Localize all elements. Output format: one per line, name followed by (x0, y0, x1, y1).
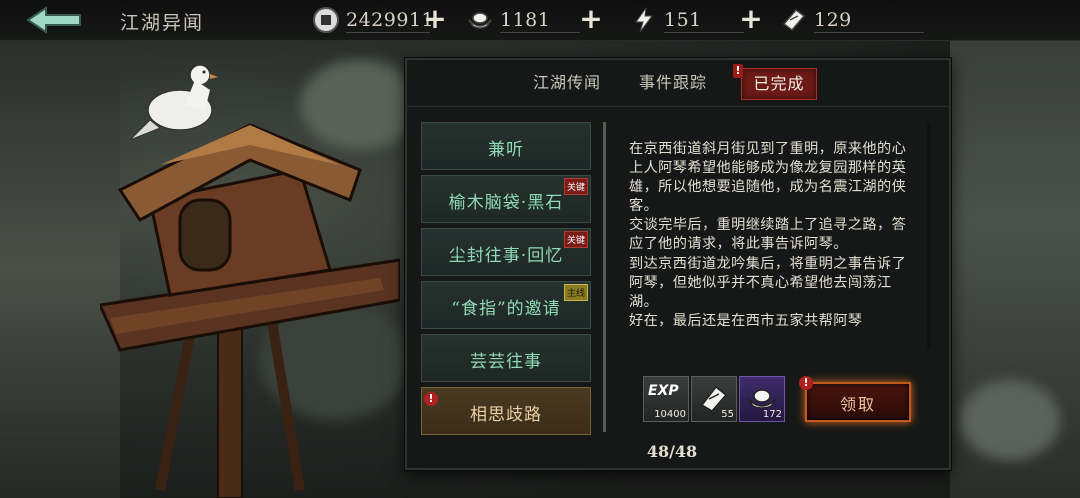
event-label: 兼听 (488, 140, 524, 160)
silver-value: 1181 (500, 9, 551, 31)
reward-ticket[interactable]: 55 (691, 376, 737, 422)
text-fade (629, 330, 919, 348)
page-title: 江湖异闻 (120, 12, 205, 34)
ticket-icon (782, 8, 806, 32)
top-bar: 江湖异闻 2429911 + 1181 + 151 + 129 (0, 0, 1080, 41)
reward-silver[interactable]: 172 (739, 376, 785, 422)
reward-count: 172 (762, 409, 782, 420)
claim-alert-icon: ! (799, 376, 813, 390)
event-item[interactable]: 榆木脑袋·黑石 关键 (421, 175, 591, 223)
tab-completed[interactable]: 已完成 (741, 68, 817, 100)
event-label: 相思歧路 (470, 405, 542, 425)
ticket-value: 129 (814, 9, 852, 31)
silver-ingot-icon (468, 12, 492, 29)
tab-rumors[interactable]: 江湖传闻 (525, 68, 609, 98)
dovecote-illustration (100, 64, 400, 498)
add-silver-button[interactable]: + (578, 5, 604, 33)
event-description: 在京西街道斜月街见到了重明，原来他的心上人阿琴希望他能够成为像龙复园那样的英雄，… (629, 140, 909, 346)
claim-button[interactable]: 领取 (805, 382, 911, 422)
event-panel: 江湖传闻 事件跟踪 已完成 ! 兼听 榆木脑袋·黑石 关键 尘封往事·回忆 关键… (405, 58, 951, 470)
coin-value: 2429911 (346, 9, 435, 31)
event-item[interactable]: 兼听 (421, 122, 591, 170)
event-item[interactable]: 尘封往事·回忆 关键 (421, 228, 591, 276)
coin-icon (313, 7, 339, 33)
event-item[interactable]: “食指”的邀请 主线 (421, 281, 591, 329)
page-indicator: 48/48 (646, 442, 698, 461)
claim-label: 领取 (839, 395, 876, 414)
description-paragraph: 在京西街道斜月街见到了重明，原来他的心上人阿琴希望他能够成为像龙复园那样的英雄，… (629, 141, 907, 215)
stamina-value: 151 (664, 9, 702, 31)
back-arrow-icon[interactable] (24, 6, 86, 34)
event-label: 芸芸往事 (470, 352, 542, 372)
add-coin-button[interactable]: + (422, 5, 448, 33)
reward-count: 10400 (654, 409, 686, 420)
exp-icon: EXP (648, 383, 679, 399)
tab-tracking[interactable]: 事件跟踪 (631, 68, 715, 98)
divider (603, 122, 606, 432)
alert-icon: ! (424, 392, 438, 406)
key-tag: 关键 (563, 231, 588, 248)
description-scrollbar[interactable] (927, 124, 931, 348)
tab-alert-icon: ! (733, 64, 743, 78)
reward-exp[interactable]: EXP 10400 (643, 376, 689, 422)
key-tag: 关键 (563, 178, 588, 195)
description-paragraph: 到达京西街道龙吟集后，将重明之事告诉了阿琴，但她似乎并不真心希望他去闯荡江湖。 (629, 255, 907, 310)
description-paragraph: 交谈完毕后，重明继续踏上了追寻之路，答应了他的请求，将此事告诉阿琴。 (629, 217, 907, 253)
description-paragraph: 好在，最后还是在西市五家共帮阿琴 (629, 312, 863, 329)
add-stamina-button[interactable]: + (738, 5, 764, 33)
event-item[interactable]: 芸芸往事 (421, 334, 591, 382)
reward-count: 55 (721, 409, 734, 420)
event-item-selected[interactable]: 相思歧路 ! (421, 387, 591, 435)
main-quest-tag: 主线 (563, 284, 588, 301)
tab-bar: 江湖传闻 事件跟踪 已完成 (407, 60, 949, 107)
lightning-icon (635, 7, 653, 33)
